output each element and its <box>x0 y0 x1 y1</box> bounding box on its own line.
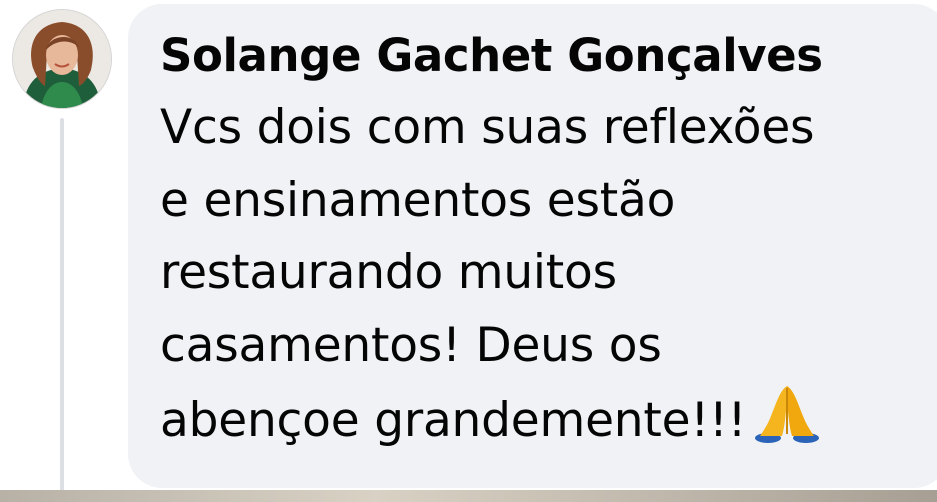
comment-text-line: abençoe grandemente!!! <box>160 393 747 448</box>
folded-hands-icon <box>755 386 820 443</box>
thread-line <box>60 118 64 502</box>
comment-text-line: restaurando muitos <box>160 245 617 300</box>
comment-text-line: Vcs dois com suas reflexões <box>160 100 815 155</box>
avatar-image <box>13 10 111 108</box>
comment-text-line: casamentos! Deus os <box>160 317 662 373</box>
comment-text-line-last: abençoe grandemente!!! <box>160 382 930 458</box>
background-strip <box>0 490 937 502</box>
author-avatar[interactable] <box>13 10 111 108</box>
comment-author-name[interactable]: Solange Gachet Gonçalves <box>160 26 823 86</box>
comment-text: Vcs dois com suas reflexões e ensinament… <box>160 92 930 458</box>
comment-text-line: e ensinamentos estão <box>160 172 676 228</box>
